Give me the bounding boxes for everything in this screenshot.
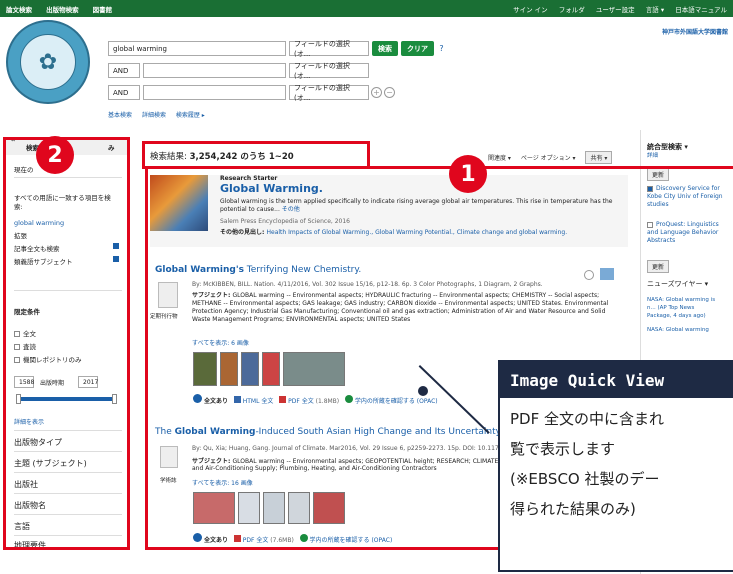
field-select-2[interactable]: フィールドの選択 (オ... (289, 62, 369, 80)
callout-line-1: PDF 全文の中に含まれ (510, 410, 664, 428)
callout-pointer-dot (418, 386, 428, 396)
callout-line-2: 覧で表示します (510, 440, 616, 458)
logo-emblem-icon: ✿ (20, 34, 76, 90)
nav-language[interactable]: 言語 ▾ (646, 6, 664, 14)
nav-article-search[interactable]: 論文検索 (6, 6, 32, 14)
advanced-search-link[interactable]: 詳細検索 (142, 112, 166, 119)
nav-manual[interactable]: 日本語マニュアル (675, 6, 727, 14)
nav-signin[interactable]: サイン イン (513, 6, 548, 14)
badge-1: 1 (449, 155, 487, 193)
nav-library[interactable]: 図書館 (93, 6, 113, 14)
add-row-icon[interactable]: + (371, 87, 382, 98)
search-input-1[interactable]: global warming (108, 41, 286, 56)
highlight-box-2 (3, 137, 130, 550)
nav-preferences[interactable]: ユーザー設定 (596, 6, 635, 14)
remove-row-icon[interactable]: − (384, 87, 395, 98)
field-select-1[interactable]: フィールドの選択 (オ... (289, 40, 369, 58)
search-button[interactable]: 検索 (372, 41, 398, 56)
bool-select-1[interactable]: AND (108, 63, 140, 78)
callout-line-3: (※EBSCO 社製のデー (510, 470, 660, 488)
university-logo[interactable]: ✿ (6, 20, 90, 104)
clear-button[interactable]: クリア (401, 41, 434, 56)
page-options[interactable]: ページ オプション ▾ (521, 155, 576, 162)
sort-select[interactable]: 関連度 ▾ (488, 155, 511, 162)
detail-link[interactable]: 詳細 (647, 151, 658, 159)
basic-search-link[interactable]: 基本検索 (108, 112, 132, 119)
callout-title: Image Quick View (500, 362, 733, 398)
field-select-3[interactable]: フィールドの選択 (オ... (289, 84, 369, 102)
highlight-box-count (142, 141, 370, 169)
bool-select-2[interactable]: AND (108, 85, 140, 100)
search-input-3[interactable] (143, 85, 286, 100)
search-history-link[interactable]: 検索履歴 ▸ (176, 112, 205, 119)
callout-line-4: 得られた結果のみ) (510, 500, 636, 518)
nav-folder[interactable]: フォルダ (559, 6, 585, 14)
share-button[interactable]: 共有 ▾ (585, 151, 613, 164)
image-quick-view-callout: Image Quick View PDF 全文の中に含まれ 覧で表示します (※… (498, 360, 733, 572)
search-input-2[interactable] (143, 63, 286, 78)
result-options: 関連度 ▾ ページ オプション ▾ 共有 ▾ (488, 151, 620, 164)
university-name: 神戸市外国語大学図書館 (661, 29, 728, 36)
search-mode-links: 基本検索 詳細検索 検索履歴 ▸ (108, 110, 213, 119)
badge-2: 2 (36, 136, 74, 174)
top-nav-bar: 論文検索 出版物検索 図書館 サイン イン フォルダ ユーザー設定 言語 ▾ 日… (0, 0, 733, 17)
nav-publication-search[interactable]: 出版物検索 (46, 6, 79, 14)
help-icon[interactable]: ? (436, 43, 447, 54)
